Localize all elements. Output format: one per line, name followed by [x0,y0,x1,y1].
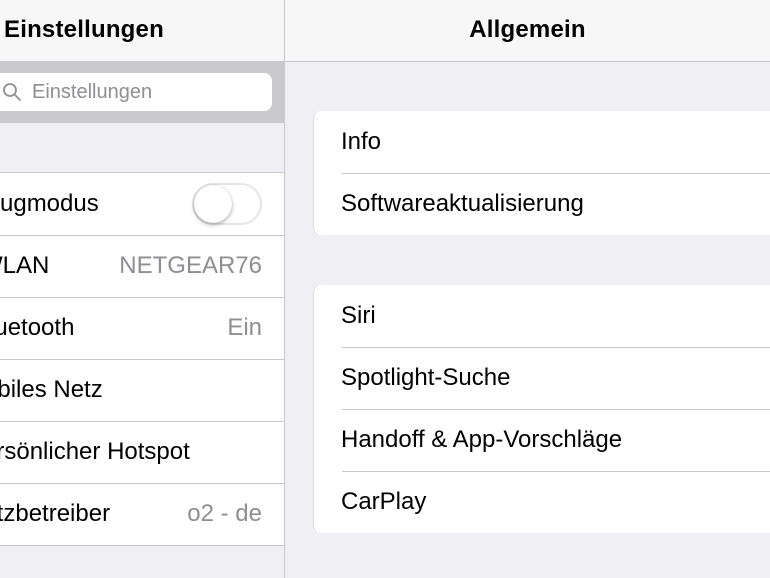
detail-item-label: Spotlight-Suche [341,364,511,391]
netzbetreiber-value: o2 - de [187,500,262,527]
detail-group-1: Info Softwareaktualisierung [313,111,770,235]
detail-item-softwareaktualisierung[interactable]: Softwareaktualisierung [314,173,770,235]
detail-item-label: Softwareaktualisierung [341,190,584,217]
sidebar-item-mobiles-netz[interactable]: Mobiles Netz [0,359,284,421]
sidebar-title: Einstellungen [4,16,164,43]
flugmodus-toggle[interactable] [192,183,262,225]
wlan-value: NETGEAR76 [119,252,262,279]
sidebar-item-label: WLAN [0,252,50,279]
toggle-knob [194,185,232,223]
sidebar-item-label: Mobiles Netz [0,376,103,403]
sidebar-item-label: Bluetooth [0,314,75,341]
bluetooth-value: Ein [227,314,262,341]
settings-sidebar: Einstellungen Flugmodus WLAN NETGEAR76 B… [0,0,285,578]
detail-item-handoff[interactable]: Handoff & App-Vorschläge [314,409,770,471]
detail-item-label: Siri [341,302,376,329]
detail-pane: Allgemein Info Softwareaktualisierung Si… [285,0,770,578]
sidebar-item-hotspot[interactable]: Persönlicher Hotspot [0,421,284,483]
sidebar-item-bluetooth[interactable]: Bluetooth Ein [0,297,284,359]
detail-item-carplay[interactable]: CarPlay [314,471,770,533]
search-bar [0,62,284,123]
search-input[interactable] [32,73,252,111]
sidebar-item-label: Flugmodus [0,190,99,217]
sidebar-item-wlan[interactable]: WLAN NETGEAR76 [0,235,284,297]
detail-item-label: CarPlay [341,488,427,515]
search-field[interactable] [0,73,272,111]
detail-item-info[interactable]: Info [314,111,770,173]
detail-item-siri[interactable]: Siri [314,285,770,347]
detail-item-spotlight-suche[interactable]: Spotlight-Suche [314,347,770,409]
sidebar-item-flugmodus[interactable]: Flugmodus [0,173,284,235]
detail-item-label: Handoff & App-Vorschläge [341,426,623,453]
sidebar-navbar: Einstellungen [0,0,284,62]
detail-item-label: Info [341,128,382,155]
sidebar-settings-list: Flugmodus WLAN NETGEAR76 Bluetooth Ein M… [0,172,284,546]
sidebar-item-label: Netzbetreiber [0,500,111,527]
search-icon [3,83,21,101]
detail-group-2: Siri Spotlight-Suche Handoff & App-Vorsc… [313,285,770,533]
sidebar-item-netzbetreiber[interactable]: Netzbetreiber o2 - de [0,483,284,545]
sidebar-item-label: Persönlicher Hotspot [0,438,190,465]
detail-navbar: Allgemein [285,0,770,62]
detail-title: Allgemein [469,16,586,43]
